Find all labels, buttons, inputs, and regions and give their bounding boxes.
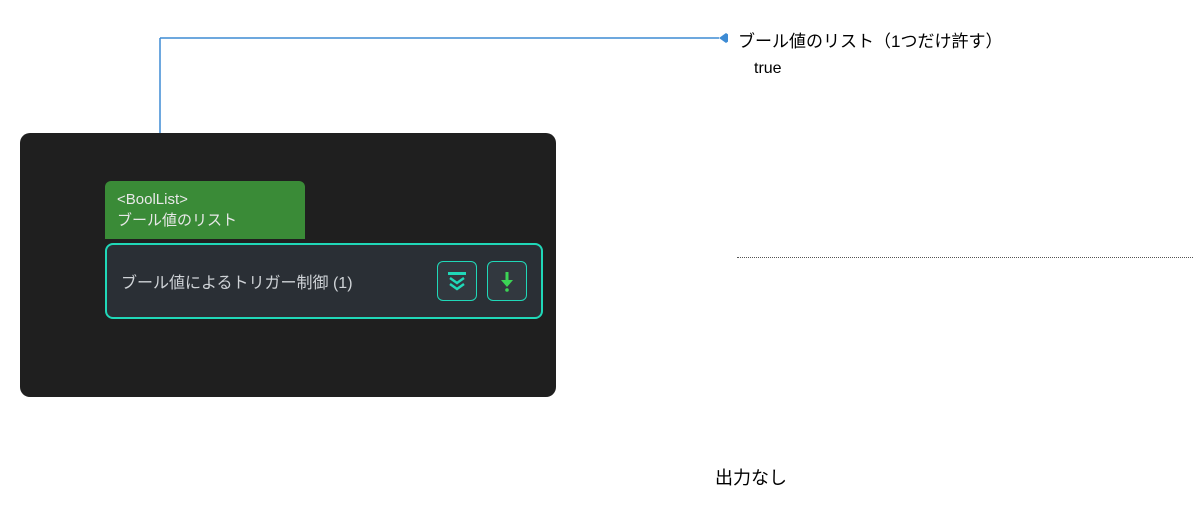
trigger-node[interactable]: ブール値によるトリガー制御 (1) bbox=[105, 243, 543, 319]
type-tag-line2: ブール値のリスト bbox=[117, 210, 293, 231]
divider bbox=[737, 257, 1193, 258]
arrow-button[interactable] bbox=[487, 261, 527, 301]
node-panel: <BoolList> ブール値のリスト ブール値によるトリガー制御 (1) bbox=[20, 133, 556, 397]
double-chevron-down-icon bbox=[446, 270, 468, 292]
arrow-down-dot-icon bbox=[498, 270, 516, 292]
annotation-title: ブール値のリスト（1つだけ許す） bbox=[738, 27, 1002, 52]
type-tag: <BoolList> ブール値のリスト bbox=[105, 181, 305, 239]
collapse-button[interactable] bbox=[437, 261, 477, 301]
annotation-value: true bbox=[754, 60, 782, 78]
type-tag-line1: <BoolList> bbox=[117, 189, 293, 210]
output-label: 出力なし bbox=[715, 464, 787, 490]
node-label: ブール値によるトリガー制御 (1) bbox=[121, 269, 427, 293]
